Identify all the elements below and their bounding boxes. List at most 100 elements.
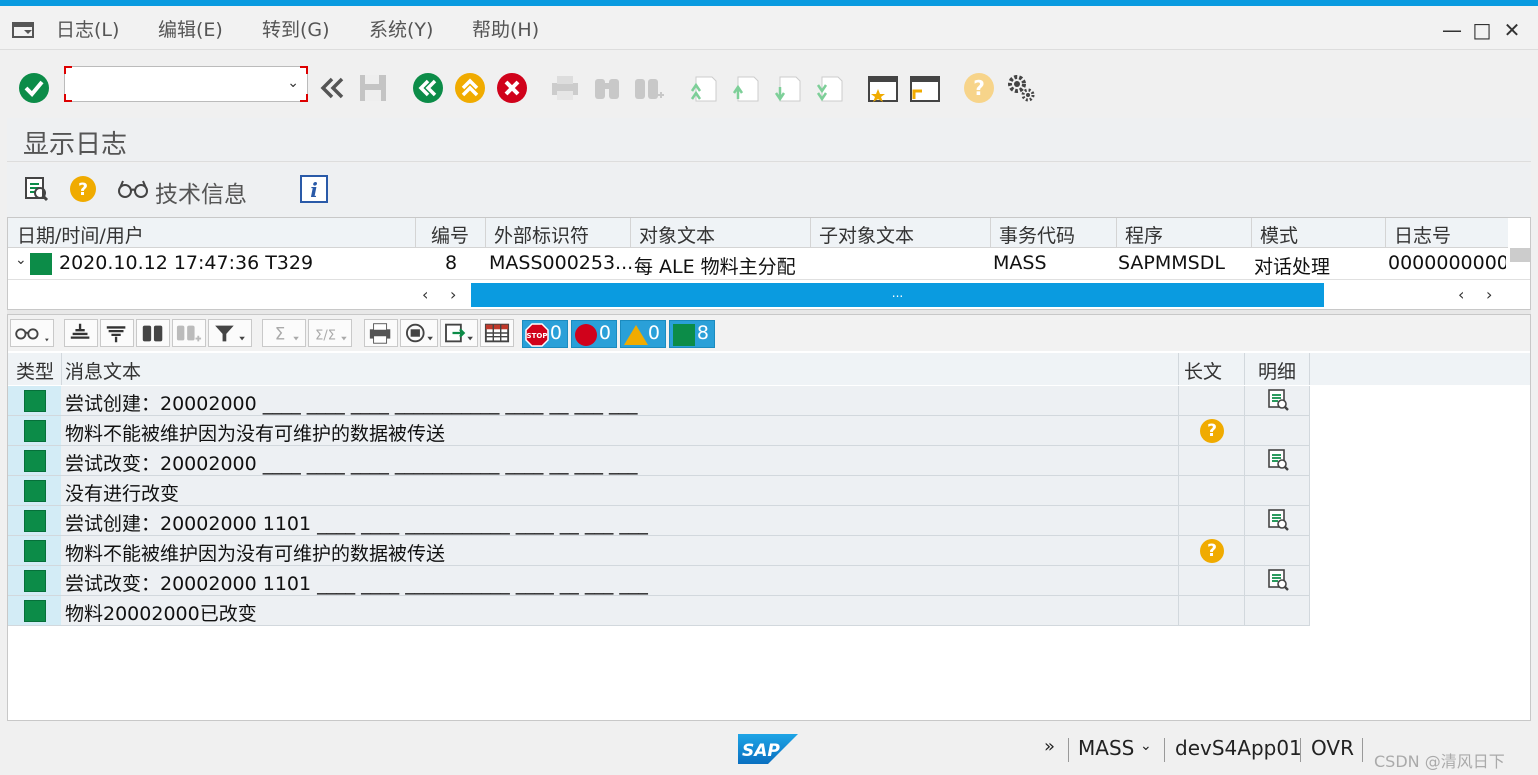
status-transaction: MASS [1078, 736, 1135, 760]
column-message-text[interactable]: 消息文本 [65, 357, 141, 384]
error-icon [575, 324, 597, 346]
long-text-help-icon[interactable]: ? [1200, 539, 1224, 563]
menu-goto[interactable]: 转到(G) [262, 15, 330, 42]
column-external-id[interactable]: 外部标识符 [494, 221, 589, 248]
scroll-right-icon[interactable]: › [450, 285, 456, 304]
stop-count-button[interactable]: STOP 0 [522, 320, 568, 348]
column-tcode[interactable]: 事务代码 [999, 221, 1075, 248]
settings-gear-icon[interactable] [1004, 71, 1038, 105]
last-page-icon[interactable] [812, 71, 846, 105]
technical-info-button[interactable]: 技术信息 [155, 175, 247, 209]
detail-icon[interactable] [1267, 508, 1289, 532]
command-field[interactable]: ⌄ [64, 66, 308, 102]
layout-button[interactable] [480, 319, 514, 347]
column-datetime-user[interactable]: 日期/时间/用户 [17, 221, 144, 248]
help-icon[interactable]: ? [962, 71, 996, 105]
column-log-number[interactable]: 日志号 [1394, 221, 1451, 248]
detail-display-icon[interactable] [23, 175, 49, 203]
info-icon[interactable]: i [299, 174, 329, 204]
status-insert-mode[interactable]: OVR [1311, 736, 1354, 760]
menu-log[interactable]: 日志(L) [56, 15, 119, 42]
help-icon[interactable]: ? [69, 175, 97, 203]
scroll-thumb[interactable]: ... [471, 283, 1324, 307]
success-count-button[interactable]: 8 [669, 320, 715, 348]
expand-chevron-icon[interactable]: ⌄ [15, 252, 27, 268]
scroll-left-icon[interactable]: ‹ [1458, 285, 1464, 304]
column-object-text[interactable]: 对象文本 [639, 221, 715, 248]
column-detail[interactable]: 明细 [1258, 357, 1296, 384]
column-program[interactable]: 程序 [1125, 221, 1163, 248]
column-number[interactable]: 编号 [431, 221, 469, 248]
next-page-icon[interactable] [770, 71, 804, 105]
message-row[interactable]: 物料20002000已改变 [8, 596, 1310, 626]
scroll-left-icon[interactable]: ‹ [422, 285, 428, 304]
double-chevron-left-icon[interactable] [314, 71, 348, 105]
previous-page-icon[interactable] [728, 71, 762, 105]
column-mode[interactable]: 模式 [1260, 221, 1298, 248]
message-text: 尝试创建：20002000 1101 ____ ____ ___________… [65, 513, 648, 535]
message-row[interactable]: 没有进行改变 [8, 476, 1310, 506]
find-next-button[interactable] [172, 319, 206, 347]
create-session-icon[interactable] [866, 71, 900, 105]
find-next-icon[interactable] [632, 71, 666, 105]
generate-shortcut-icon[interactable] [908, 71, 942, 105]
sort-descending-button[interactable] [100, 319, 134, 347]
filter-button[interactable] [208, 319, 252, 347]
cancel-icon[interactable] [495, 71, 529, 105]
vertical-scrollbar[interactable] [1510, 248, 1530, 262]
status-expand-button[interactable]: » [1044, 736, 1055, 757]
find-button[interactable] [136, 319, 170, 347]
message-text: 没有进行改变 [65, 483, 180, 505]
column-subobject-text[interactable]: 子对象文本 [819, 221, 914, 248]
message-row[interactable]: 尝试创建：20002000 1101 ____ ____ ___________… [8, 506, 1310, 536]
message-row[interactable]: 尝试创建：20002000 ____ ____ ____ ___________… [8, 386, 1310, 416]
message-row[interactable]: 物料不能被维护因为没有可维护的数据被传送? [8, 536, 1310, 566]
save-icon[interactable] [356, 71, 390, 105]
find-binoculars-icon[interactable] [590, 71, 624, 105]
menu-edit[interactable]: 编辑(E) [158, 15, 223, 42]
glasses-icon[interactable] [117, 179, 149, 199]
column-type[interactable]: 类型 [16, 357, 54, 384]
detail-icon[interactable] [1267, 448, 1289, 472]
minimize-button[interactable]: — [1440, 18, 1464, 42]
chevron-down-icon[interactable]: ⌄ [287, 75, 299, 91]
command-input[interactable] [69, 71, 269, 97]
message-row[interactable]: 物料不能被维护因为没有可维护的数据被传送? [8, 416, 1310, 446]
details-glasses-button[interactable] [10, 319, 54, 347]
detail-icon[interactable] [1267, 388, 1289, 412]
subtotal-button[interactable]: Σ/Σ [308, 319, 352, 347]
scroll-right-icon[interactable]: › [1486, 285, 1492, 304]
column-divider [1244, 476, 1245, 506]
exit-up-icon[interactable] [453, 71, 487, 105]
status-server: devS4App01 [1175, 736, 1302, 760]
success-status-icon [24, 420, 46, 442]
menu-window-icon[interactable] [12, 22, 36, 38]
warning-count-button[interactable]: 0 [620, 320, 666, 348]
column-divider [1178, 386, 1179, 416]
print-preview-button[interactable] [364, 319, 398, 347]
back-icon[interactable] [411, 71, 445, 105]
column-long-text[interactable]: 长文 [1184, 357, 1234, 384]
first-page-icon[interactable] [686, 71, 720, 105]
maximize-button[interactable]: □ [1470, 18, 1494, 42]
print-icon[interactable] [548, 71, 582, 105]
error-count-button[interactable]: 0 [571, 320, 617, 348]
message-row[interactable]: 尝试改变：20002000 1101 ____ ____ ___________… [8, 566, 1310, 596]
menu-system[interactable]: 系统(Y) [369, 15, 433, 42]
close-window-button[interactable]: ✕ [1500, 18, 1524, 42]
enter-checkmark-icon[interactable] [17, 71, 51, 105]
long-text-help-icon[interactable]: ? [1200, 419, 1224, 443]
detail-icon[interactable] [1267, 568, 1289, 592]
column-divider [1309, 506, 1310, 536]
total-button[interactable]: Σ [262, 319, 306, 347]
sap-logo: SAP [738, 734, 798, 764]
views-button[interactable] [400, 319, 438, 347]
menu-help[interactable]: 帮助(H) [472, 15, 539, 42]
message-row[interactable]: 尝试改变：20002000 ____ ____ ____ ___________… [8, 446, 1310, 476]
log-header-row[interactable]: ⌄ 2020.10.12 17:47:36 T329 8 MASS000253.… [8, 249, 1508, 279]
status-dropdown-icon[interactable]: ⌄ [1140, 738, 1152, 754]
sort-ascending-button[interactable] [64, 319, 98, 347]
horizontal-scrollbar[interactable]: ‹ › ... ‹ › [8, 279, 1530, 309]
status-divider [1300, 738, 1301, 762]
export-button[interactable] [440, 319, 478, 347]
